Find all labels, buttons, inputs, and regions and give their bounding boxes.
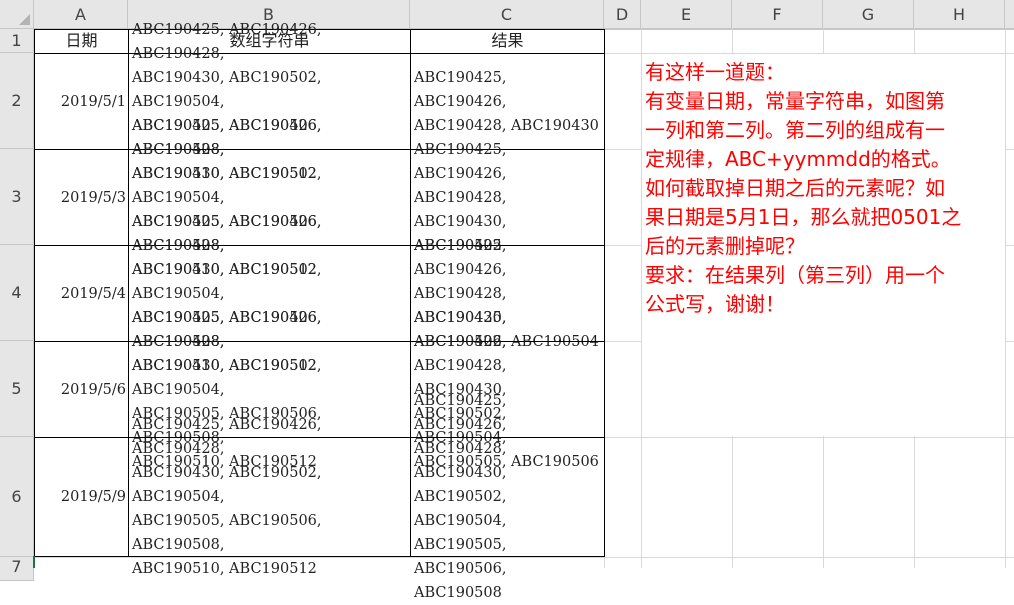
column-header-overflow <box>1005 0 1014 29</box>
header-cell-date[interactable]: 日期 <box>34 29 129 54</box>
note-line: 果日期是5月1日，那么就把0501之 <box>645 205 962 229</box>
note-line: 有这样一道题： <box>645 60 785 84</box>
note-line: 公式写，谢谢！ <box>645 292 785 316</box>
date-cell[interactable]: 2019/5/1 <box>34 53 129 150</box>
date-cell[interactable]: 2019/5/4 <box>34 245 129 342</box>
date-cell[interactable]: 2019/5/6 <box>34 341 129 438</box>
note-line: 一列和第二列。第二列的组成有一 <box>645 118 945 142</box>
column-header-f[interactable]: F <box>732 0 823 29</box>
note-line: 要求：在结果列（第三列）用一个 <box>645 263 945 287</box>
array-line: ABC190430, ABC190502, ABC190504, <box>132 465 322 505</box>
array-line: ABC190430, ABC190502, ABC190504, <box>132 69 322 110</box>
header-cell-result[interactable]: 结果 <box>410 29 605 54</box>
row-header-1[interactable]: 1 <box>0 29 34 53</box>
row-header-6[interactable]: 6 <box>0 437 34 557</box>
result-line: ABC190508 <box>414 585 502 601</box>
result-line: ABC190425, ABC190426, <box>414 393 507 433</box>
result-line: ABC190425, ABC190426, <box>414 141 507 182</box>
note-line: 后的元素删掉呢？ <box>645 234 805 258</box>
date-cell[interactable]: 2019/5/9 <box>34 437 129 557</box>
result-line: ABC190428, ABC190430 <box>414 117 599 134</box>
array-line: ABC190430, ABC190502, ABC190504, <box>132 165 322 206</box>
row-header-5[interactable]: 5 <box>0 341 34 437</box>
column-header-c[interactable]: C <box>410 0 604 29</box>
column-header-d[interactable]: D <box>604 0 641 29</box>
selection-indicator <box>33 556 35 568</box>
gridline-v <box>1005 29 1006 568</box>
note-line: 有变量日期，常量字符串，如图第 <box>645 89 945 113</box>
column-header-h[interactable]: H <box>914 0 1005 29</box>
array-line: ABC190425, ABC190426, ABC190428, <box>132 117 322 158</box>
result-line: ABC190505, ABC190506, <box>414 537 507 577</box>
array-line: ABC190430, ABC190502, ABC190504, <box>132 357 322 398</box>
row-header-3[interactable]: 3 <box>0 149 34 245</box>
date-cell[interactable]: 2019/5/3 <box>34 149 129 246</box>
column-header-e[interactable]: E <box>641 0 732 29</box>
column-header-g[interactable]: G <box>823 0 914 29</box>
row-header-2[interactable]: 2 <box>0 53 34 149</box>
array-string-cell[interactable]: ABC190425, ABC190426, ABC190428, ABC1904… <box>128 417 411 577</box>
array-line: ABC190430, ABC190502, ABC190504, <box>132 261 322 302</box>
row-header-4[interactable]: 4 <box>0 245 34 341</box>
array-line: ABC190425, ABC190426, ABC190428, <box>132 417 322 457</box>
column-header-a[interactable]: A <box>34 0 128 29</box>
result-line: ABC190428, ABC190430, <box>414 189 507 230</box>
result-cell[interactable]: ABC190425, ABC190426, ABC190428, ABC1904… <box>410 393 605 601</box>
result-cell[interactable]: ABC190425, ABC190426, ABC190428, ABC1904… <box>410 53 605 150</box>
result-line: ABC190502, ABC190504, <box>414 489 507 529</box>
select-all-corner[interactable] <box>0 0 34 29</box>
note-line: 如何截取掉日期之后的元素呢？如 <box>645 176 945 200</box>
spreadsheet: A B C D E F G H 1 2 3 4 5 6 7 日期 数组字符串 结… <box>0 0 1014 601</box>
note-line: 定规律，ABC+yymmdd的格式。 <box>645 147 951 171</box>
select-all-triangle-icon <box>19 14 30 25</box>
array-line: ABC190425, ABC190426, ABC190428, <box>132 21 322 62</box>
array-line: ABC190425, ABC190426, ABC190428, <box>132 309 322 350</box>
result-cell[interactable]: ABC190425, ABC190426, ABC190428, ABC1904… <box>410 142 605 254</box>
result-line: ABC190425, ABC190426, <box>414 309 507 350</box>
question-note: 有这样一道题： 有变量日期，常量字符串，如图第 一列和第二列。第二列的组成有一 … <box>645 58 1005 319</box>
result-line: ABC190425, ABC190426, <box>414 237 507 278</box>
row-header-7[interactable]: 7 <box>0 557 34 581</box>
result-line: ABC190425, ABC190426, <box>414 69 507 110</box>
array-line: ABC190505, ABC190506, ABC190508, <box>132 513 322 553</box>
array-line: ABC190510, ABC190512 <box>132 561 317 577</box>
array-line: ABC190425, ABC190426, ABC190428, <box>132 213 322 254</box>
result-line: ABC190428, ABC190430, <box>414 441 507 481</box>
